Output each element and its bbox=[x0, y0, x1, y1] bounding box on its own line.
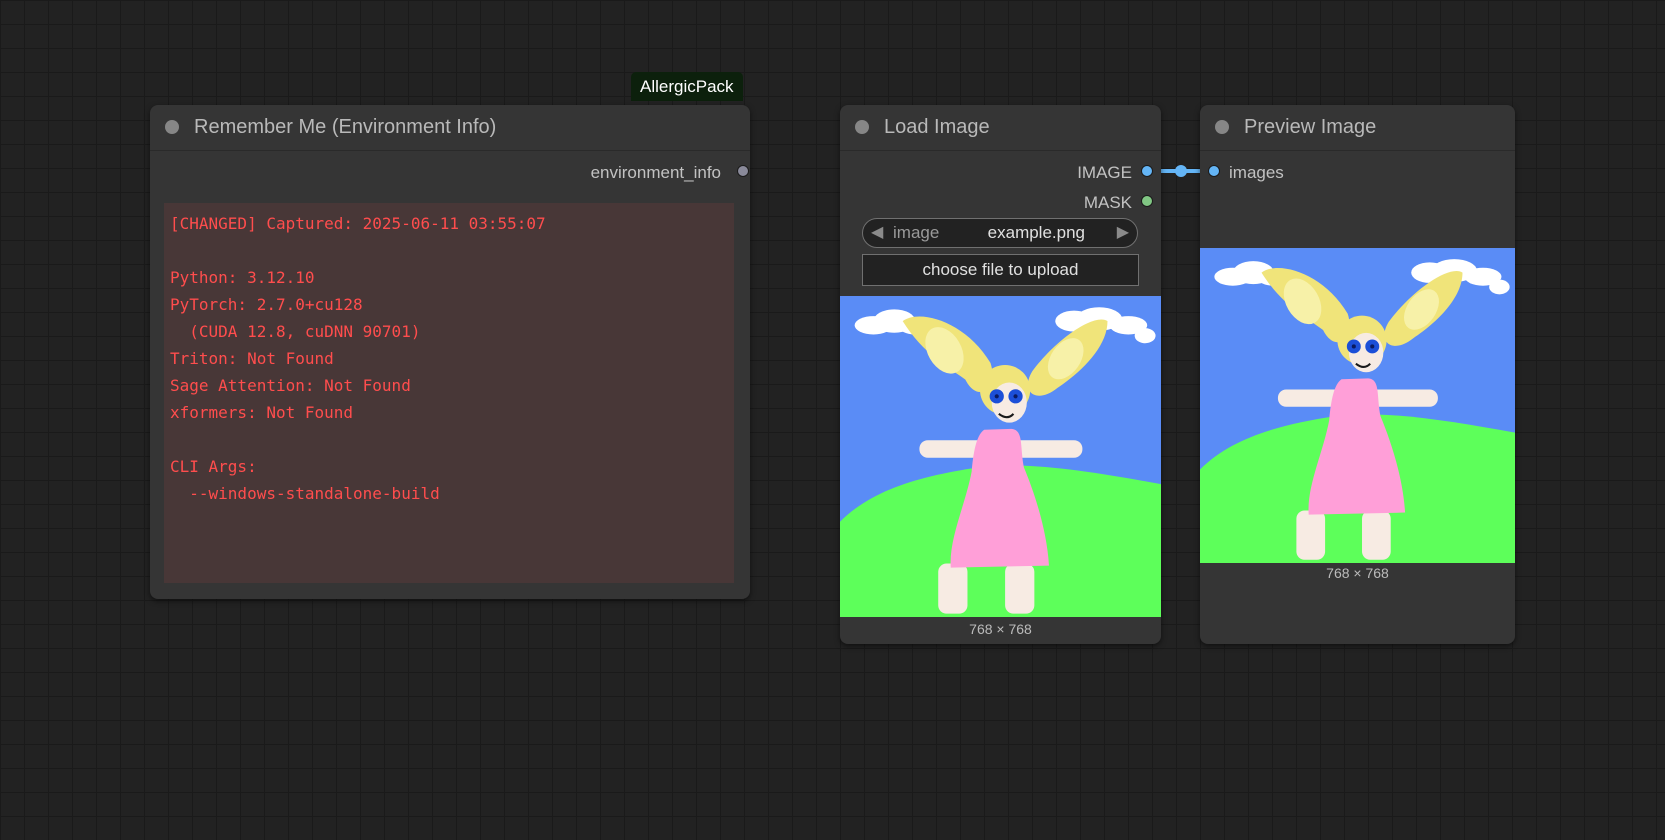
image-combo-widget[interactable]: ◀ image example.png ▶ bbox=[862, 218, 1138, 248]
combo-prev-arrow-icon[interactable]: ◀ bbox=[871, 219, 883, 247]
link-center-dot[interactable] bbox=[1175, 165, 1187, 177]
input-label-images: images bbox=[1229, 163, 1284, 182]
preview-image bbox=[1200, 248, 1515, 563]
input-slot-images[interactable] bbox=[1208, 165, 1220, 177]
girl-drawing-image bbox=[1200, 248, 1515, 563]
node-title-bar[interactable]: Preview Image bbox=[1200, 105, 1515, 151]
combo-value: example.png bbox=[987, 223, 1085, 242]
node-title-bar[interactable]: Load Image bbox=[840, 105, 1161, 151]
output-slot-image[interactable] bbox=[1141, 165, 1153, 177]
node-graph-canvas[interactable]: AllergicPack Remember Me (Environment In… bbox=[0, 0, 1665, 840]
loaded-image-preview bbox=[840, 296, 1161, 617]
preview-image-node[interactable]: Preview Image images 768 × 768 bbox=[1200, 105, 1515, 644]
image-dimensions-label: 768 × 768 bbox=[1326, 565, 1389, 581]
node-title: Load Image bbox=[884, 116, 990, 138]
output-label-mask: MASK bbox=[1083, 193, 1132, 212]
image-dimensions-label: 768 × 768 bbox=[969, 621, 1032, 637]
output-slot-mask[interactable] bbox=[1141, 195, 1153, 207]
environment-info-node[interactable]: Remember Me (Environment Info) environme… bbox=[150, 105, 750, 599]
environment-info-textarea[interactable]: [CHANGED] Captured: 2025-06-11 03:55:07 … bbox=[164, 203, 734, 583]
output-label-image: IMAGE bbox=[1077, 163, 1132, 182]
upload-button[interactable]: choose file to upload bbox=[862, 254, 1139, 286]
collapse-dot-icon[interactable] bbox=[1215, 120, 1229, 134]
girl-drawing-image bbox=[840, 296, 1161, 617]
load-image-node[interactable]: Load Image IMAGE MASK ◀ image example.pn… bbox=[840, 105, 1161, 644]
output-slot-environment-info[interactable] bbox=[737, 165, 749, 177]
combo-name: image bbox=[893, 223, 940, 242]
node-badge: AllergicPack bbox=[631, 72, 743, 101]
collapse-dot-icon[interactable] bbox=[165, 120, 179, 134]
combo-next-arrow-icon[interactable]: ▶ bbox=[1117, 219, 1129, 247]
output-label-environment-info: environment_info bbox=[590, 163, 721, 182]
node-title: Preview Image bbox=[1244, 116, 1377, 138]
node-title-bar[interactable]: Remember Me (Environment Info) bbox=[150, 105, 750, 151]
collapse-dot-icon[interactable] bbox=[855, 120, 869, 134]
node-title: Remember Me (Environment Info) bbox=[194, 116, 497, 138]
